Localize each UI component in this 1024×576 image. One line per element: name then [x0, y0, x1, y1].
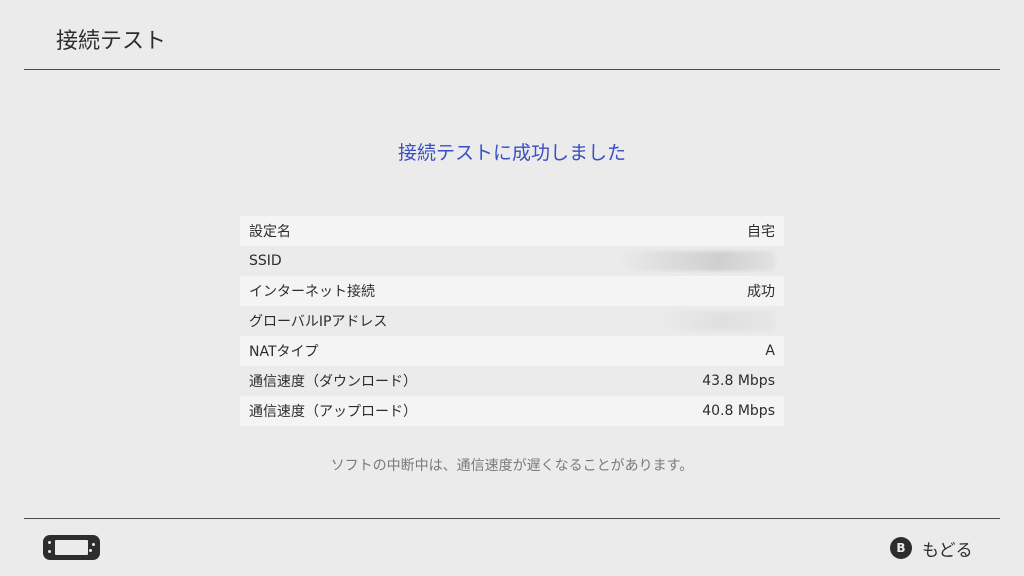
info-label: 通信速度（アップロード） [249, 404, 417, 420]
info-row-nat-type: NATタイプ A [240, 336, 784, 366]
info-label: グローバルIPアドレス [249, 314, 388, 330]
info-row-global-ip: グローバルIPアドレス [240, 306, 784, 336]
connection-info-table: 設定名 自宅 SSID インターネット接続 成功 グローバルIPアドレス NAT… [240, 216, 784, 426]
info-label: 通信速度（ダウンロード） [249, 374, 417, 390]
info-row-setting-name: 設定名 自宅 [240, 216, 784, 246]
back-button[interactable]: B もどる [890, 534, 973, 562]
info-value: 成功 [747, 284, 775, 300]
info-label: SSID [249, 253, 282, 269]
back-button-label: もどる [922, 540, 973, 561]
redacted-ip-value [665, 311, 775, 331]
redacted-ssid-value [615, 251, 775, 271]
info-row-download-speed: 通信速度（ダウンロード） 43.8 Mbps [240, 366, 784, 396]
handheld-console-icon [43, 535, 100, 560]
page-title: 接続テスト [56, 29, 167, 54]
connection-test-screen: 接続テスト 接続テストに成功しました 設定名 自宅 SSID インターネット接続… [0, 0, 1024, 576]
header-divider [24, 69, 1000, 70]
b-button-icon: B [890, 537, 912, 559]
info-label: 設定名 [249, 224, 291, 240]
info-row-upload-speed: 通信速度（アップロード） 40.8 Mbps [240, 396, 784, 426]
info-label: インターネット接続 [249, 284, 375, 300]
speed-note: ソフトの中断中は、通信速度が遅くなることがあります。 [330, 458, 694, 474]
header: 接続テスト [0, 0, 1024, 70]
info-row-ssid: SSID [240, 246, 784, 276]
info-row-internet: インターネット接続 成功 [240, 276, 784, 306]
info-value: A [765, 343, 775, 359]
footer-divider [24, 518, 1000, 519]
info-label: NATタイプ [249, 344, 319, 360]
info-value: 43.8 Mbps [702, 373, 775, 389]
info-value: 自宅 [747, 224, 775, 240]
result-message: 接続テストに成功しました [397, 142, 626, 164]
info-value: 40.8 Mbps [702, 403, 775, 419]
